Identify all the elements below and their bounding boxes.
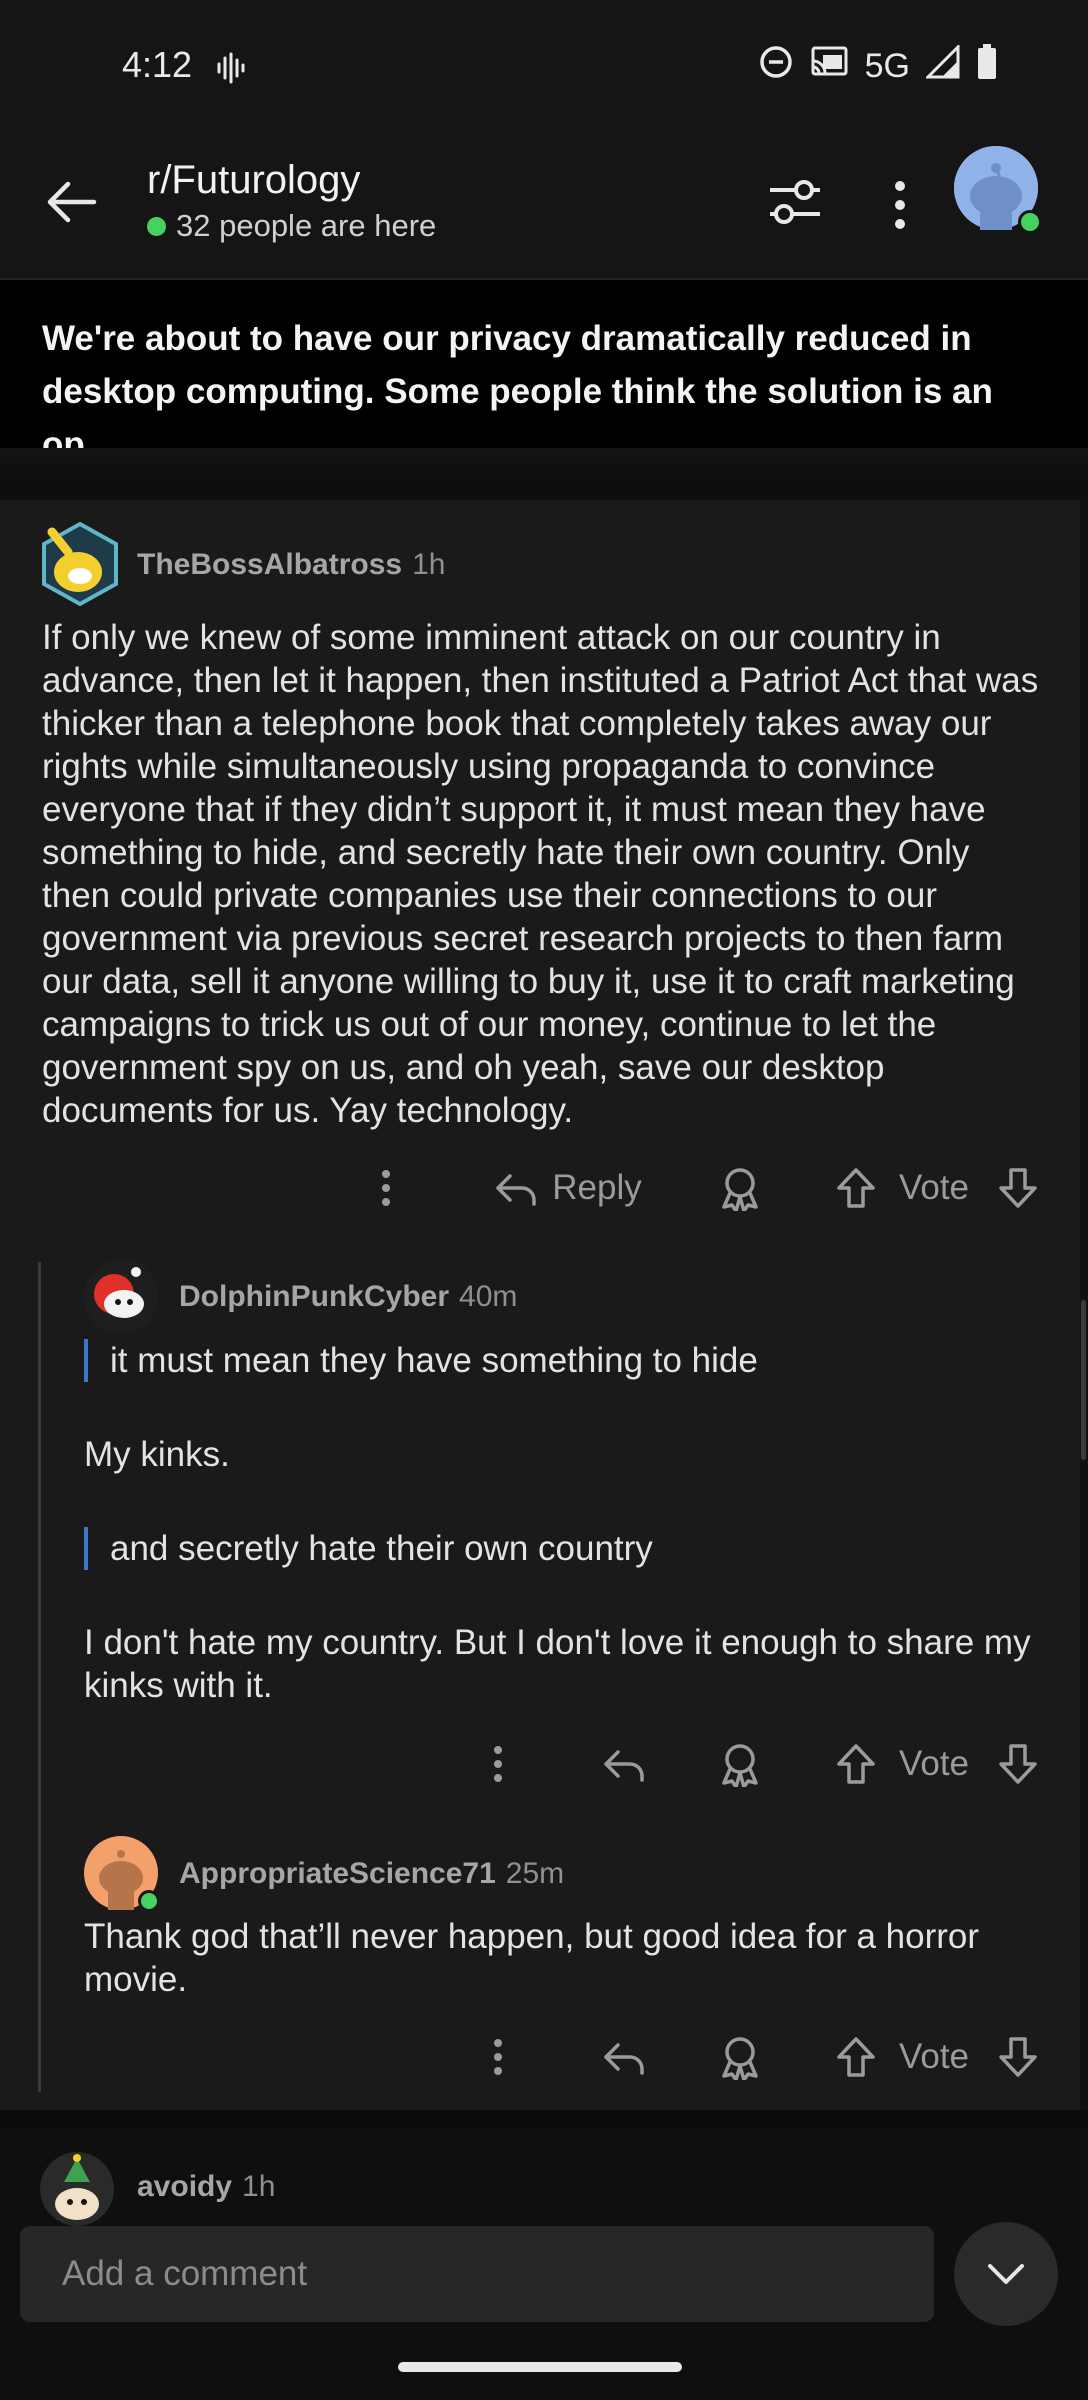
comment-age: 25m: [505, 1857, 565, 1890]
avatar[interactable]: [40, 520, 120, 608]
comment-actions: Vote: [0, 1729, 1080, 1799]
comment-author[interactable]: DolphinPunkCyber: [179, 1280, 449, 1314]
comment-actions: Reply Vote: [0, 1153, 1080, 1223]
online-dot-icon: [147, 216, 166, 236]
vote-label: Vote: [898, 1168, 970, 1207]
comment-header: TheBossAlbatross 1h: [137, 548, 445, 582]
home-indicator[interactable]: [398, 2362, 682, 2372]
award-icon: [722, 1744, 758, 1787]
comment-actions: Vote: [0, 2022, 1080, 2092]
more-vertical-icon: [895, 181, 905, 229]
avatar[interactable]: [40, 2152, 114, 2226]
reply-button[interactable]: Reply: [488, 1153, 648, 1223]
status-icons: 5G: [759, 43, 998, 89]
filter-sliders-icon: [770, 180, 820, 224]
cast-icon: [809, 45, 849, 88]
comment-separator: [0, 2110, 1088, 2128]
back-arrow-icon: [47, 181, 97, 223]
chevron-down-icon: [988, 2264, 1024, 2284]
award-icon: [722, 2037, 758, 2080]
sort-filter-button[interactable]: [766, 176, 824, 228]
jump-to-next-button[interactable]: [954, 2222, 1058, 2326]
downvote-button[interactable]: [992, 1729, 1044, 1799]
reply-button[interactable]: [596, 1729, 652, 1799]
award-icon: [722, 1168, 758, 1211]
comment-header: DolphinPunkCyber 40m: [179, 1280, 517, 1314]
award-button[interactable]: [710, 1153, 770, 1223]
comment-input[interactable]: [20, 2226, 934, 2322]
comment-author[interactable]: AppropriateScience71: [179, 1857, 496, 1891]
reply-icon: [604, 1750, 644, 1782]
award-button[interactable]: [710, 2022, 770, 2092]
comment-header: AppropriateScience71 25m: [179, 1857, 564, 1891]
snoo-avatar-icon: [84, 1260, 158, 1334]
award-button[interactable]: [710, 1729, 770, 1799]
more-vertical-icon: [494, 1746, 502, 1782]
thread-line[interactable]: [38, 1262, 41, 2092]
upvote-arrow-icon: [837, 1744, 875, 1784]
block-quote: it must mean they have something to hide: [84, 1339, 1050, 1382]
comment-author[interactable]: avoidy: [137, 2170, 232, 2204]
upvote-button[interactable]: [830, 1729, 882, 1799]
avatar[interactable]: [84, 1836, 160, 1912]
more-options-button[interactable]: [364, 1153, 408, 1223]
hexagon-avatar-icon: [42, 521, 118, 607]
divider: [0, 448, 1088, 496]
reply-label: Reply: [552, 1168, 642, 1207]
upvote-button[interactable]: [830, 2022, 882, 2092]
more-options-button[interactable]: [880, 180, 920, 230]
comment-paragraph: My kinks.: [84, 1435, 230, 1474]
snoo-avatar-icon: [40, 2152, 114, 2226]
more-vertical-icon: [382, 1170, 390, 1206]
upvote-arrow-icon: [837, 1168, 875, 1208]
downvote-arrow-icon: [999, 1168, 1037, 1208]
online-count: 32 people are here: [176, 208, 437, 243]
upvote-button[interactable]: [830, 1153, 882, 1223]
vote-label: Vote: [898, 1744, 970, 1783]
avatar[interactable]: [84, 1260, 158, 1334]
voice-activity-icon: [216, 52, 246, 89]
subreddit-name[interactable]: r/Futurology: [147, 158, 360, 203]
comment-author[interactable]: TheBossAlbatross: [137, 548, 402, 582]
comment-age: 40m: [459, 1280, 518, 1313]
comment-body: Thank god that’ll never happen, but good…: [84, 1917, 980, 1999]
scrollbar-thumb[interactable]: [1081, 1300, 1086, 1460]
upvote-arrow-icon: [837, 2037, 875, 2077]
comment-age: 1h: [242, 2170, 276, 2203]
comment-paragraph: I don't hate my country. But I don't lov…: [84, 1623, 1031, 1705]
reply-icon: [496, 1174, 536, 1206]
more-vertical-icon: [494, 2039, 502, 2075]
post-title-banner[interactable]: We're about to have our privacy dramatic…: [0, 280, 1088, 464]
comment-age: 1h: [412, 548, 446, 581]
user-avatar[interactable]: [954, 146, 1042, 234]
status-time: 4:12: [122, 44, 193, 85]
more-options-button[interactable]: [476, 1729, 520, 1799]
reply-icon: [604, 2043, 644, 2075]
top-app-bar: r/Futurology 32 people are here: [0, 130, 1088, 280]
comment-body: If only we knew of some imminent attack …: [42, 618, 1039, 1130]
vote-count: Vote: [888, 1729, 980, 1799]
downvote-arrow-icon: [999, 1744, 1037, 1784]
comment-composer[interactable]: [20, 2226, 934, 2322]
block-quote: and secretly hate their own country: [84, 1527, 1050, 1570]
downvote-button[interactable]: [992, 2022, 1044, 2092]
back-button[interactable]: [42, 172, 102, 232]
battery-icon: [976, 44, 998, 89]
vote-count: Vote: [888, 2022, 980, 2092]
downvote-arrow-icon: [999, 2037, 1037, 2077]
vote-count: Vote: [888, 1153, 980, 1223]
status-bar: 4:12 5G: [0, 0, 1088, 130]
comment-header: avoidy 1h: [137, 2170, 275, 2204]
vote-label: Vote: [898, 2037, 970, 2076]
more-options-button[interactable]: [476, 2022, 520, 2092]
online-status-dot-icon: [138, 1890, 160, 1912]
online-status-dot-icon: [1018, 210, 1042, 234]
network-type-label: 5G: [864, 47, 910, 85]
online-indicator: 32 people are here: [147, 208, 436, 244]
do-not-disturb-icon: [759, 45, 793, 88]
reply-button[interactable]: [596, 2022, 652, 2092]
downvote-button[interactable]: [992, 1153, 1044, 1223]
signal-icon: [924, 43, 960, 88]
